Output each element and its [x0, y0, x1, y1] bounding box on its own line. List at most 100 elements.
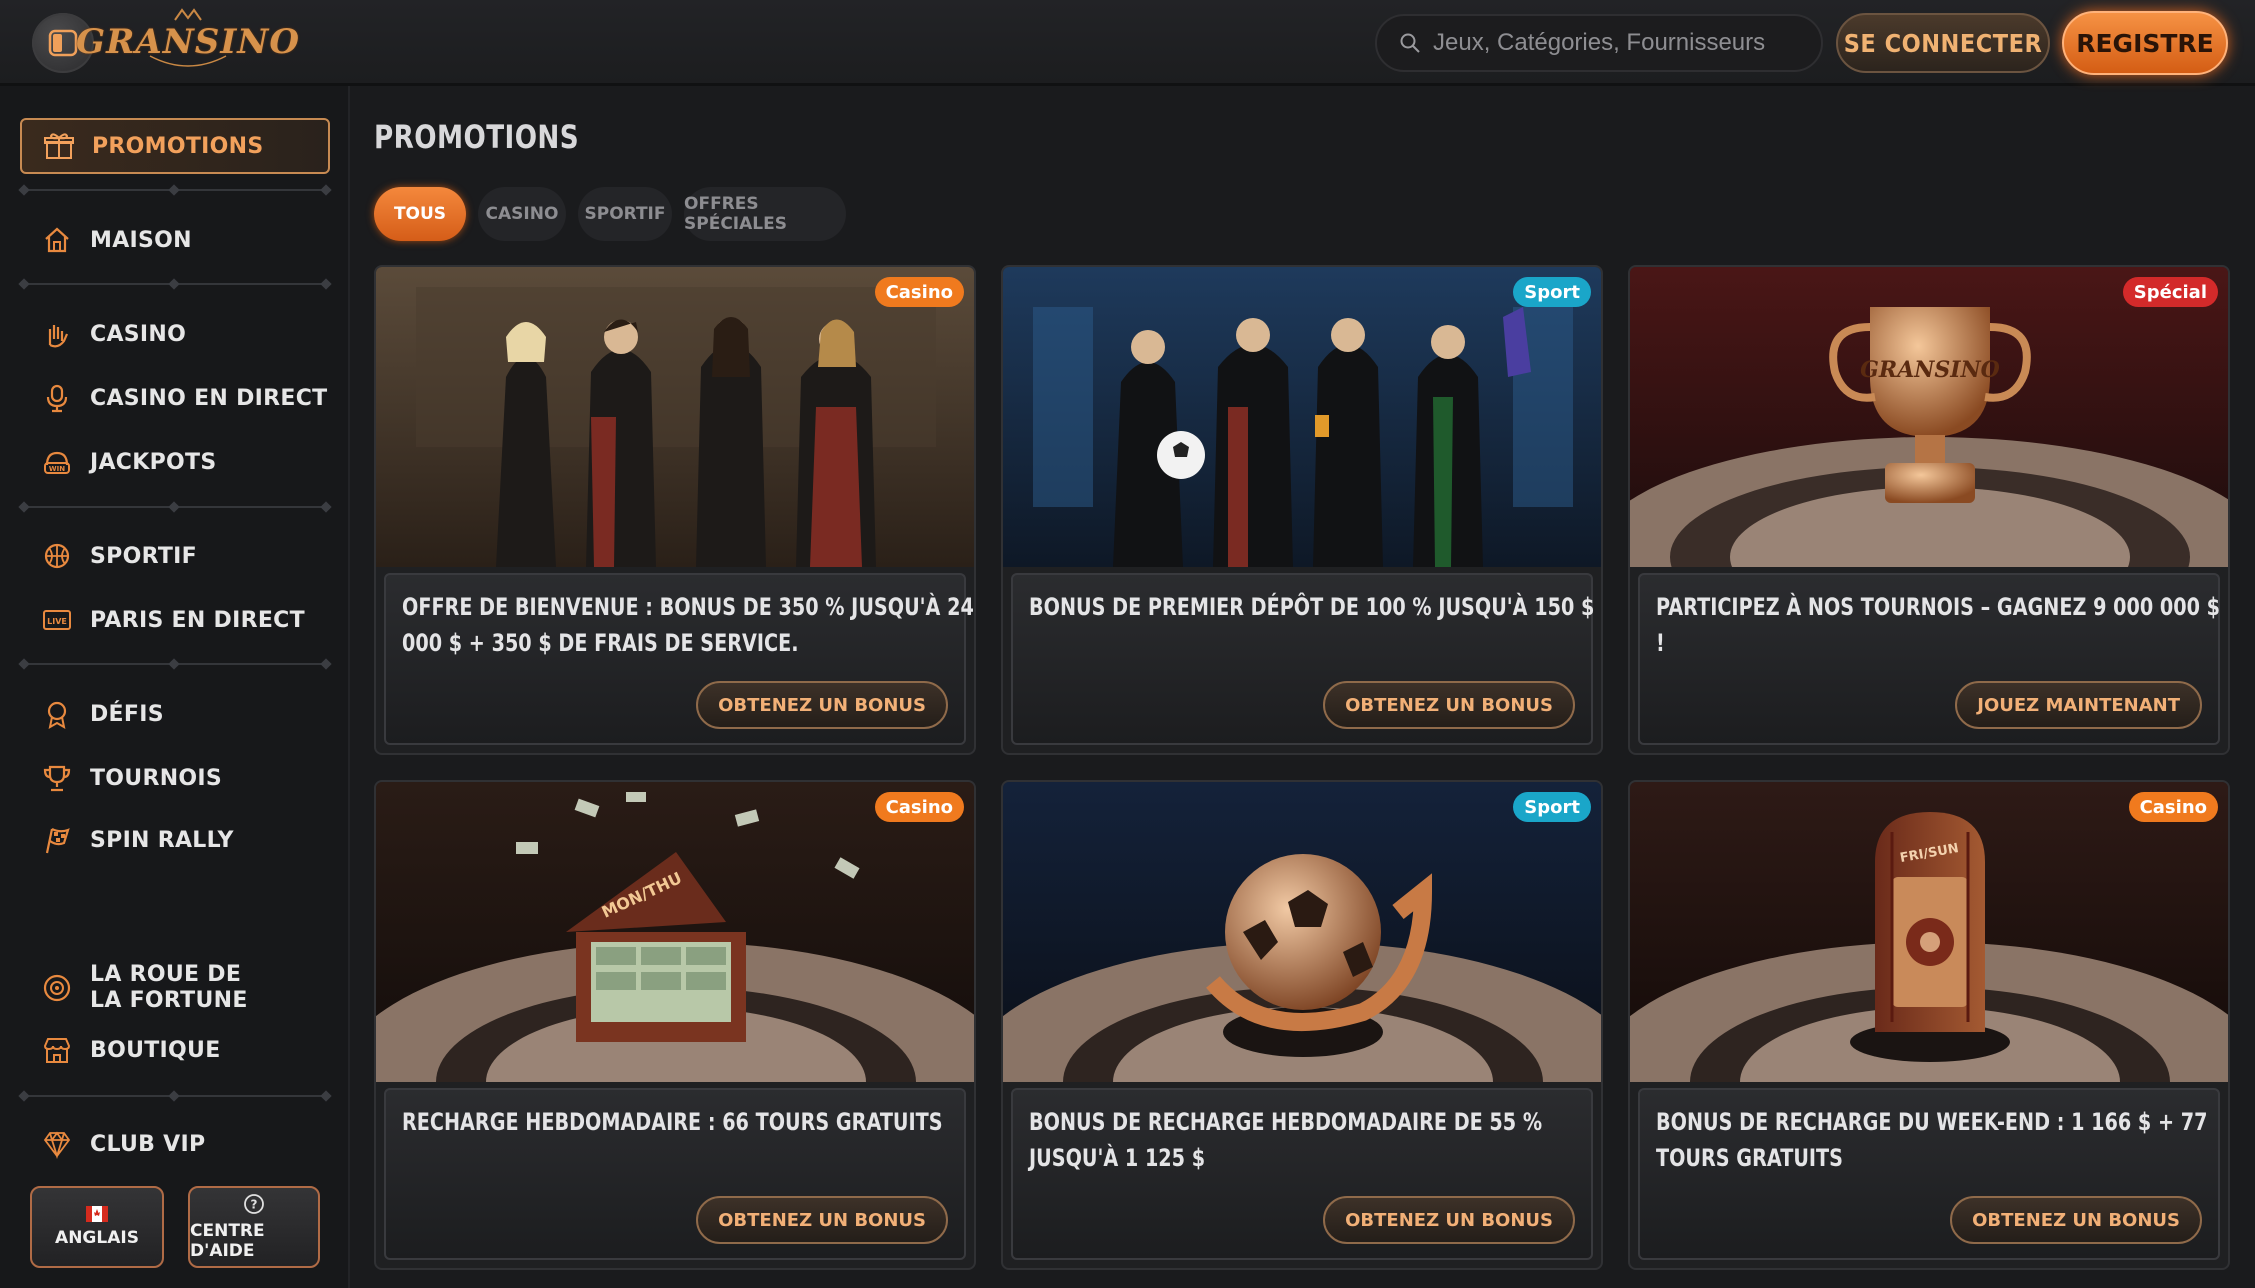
promo-image-first-deposit — [1003, 267, 1601, 567]
sidebar-item-label: JACKPOTS — [90, 449, 217, 475]
casino-hand-icon — [40, 317, 74, 351]
category-badge: Sport — [1513, 792, 1591, 822]
svg-text:WIN: WIN — [49, 465, 65, 473]
sidebar-item-label: PARIS EN DIRECT — [90, 607, 305, 633]
sidebar-divider — [18, 278, 332, 290]
category-badge: Casino — [2128, 792, 2218, 822]
sidebar-item-boutique[interactable]: BOUTIQUE — [20, 1022, 330, 1078]
shop-icon — [40, 1033, 74, 1067]
play-now-button[interactable]: JOUEZ MAINTENANT — [1955, 681, 2202, 729]
sidebar-toggle-icon — [48, 29, 78, 57]
sidebar-item-promotions[interactable]: PROMOTIONS — [20, 118, 330, 174]
promo-card-body: BONUS DE RECHARGE DU WEEK-END : 1 166 $ … — [1638, 1088, 2220, 1260]
sidebar-item-label: CLUB VIP — [90, 1131, 206, 1157]
category-badge: Casino — [874, 277, 964, 307]
promo-card: Sport BONUS DE RECHARGE HEBDOMADAIRE DE … — [1001, 780, 1603, 1270]
promo-card: FRI/SUN Casino BONUS DE RECHARGE DU WEEK… — [1628, 780, 2230, 1270]
sidebar-item-label: CASINO — [90, 321, 187, 347]
category-badge: Sport — [1513, 277, 1591, 307]
checkered-flag-icon — [40, 823, 74, 857]
promo-image-suitcase-money: MON/THU — [376, 782, 974, 1222]
promo-title: BONUS DE RECHARGE DU WEEK-END : 1 166 $ … — [1656, 1108, 2208, 1172]
sidebar-item-club-vip[interactable]: CLUB VIP — [20, 1116, 330, 1172]
promo-card: GRANSINO Spécial PARTICIPEZ À NOS TOURNO… — [1628, 265, 2230, 755]
sidebar-item-label: DÉFIS — [90, 701, 164, 727]
category-badge: Spécial — [2122, 277, 2218, 307]
promo-title: RECHARGE HEBDOMADAIRE : 66 TOURS GRATUIT… — [402, 1108, 943, 1136]
help-center-button[interactable]: ? CENTRE D'AIDE — [188, 1186, 320, 1268]
sidebar-item-roue-de-la-fortune[interactable]: LA ROUE DE LA FORTUNE — [20, 960, 330, 1016]
category-badge: Casino — [874, 792, 964, 822]
basketball-icon — [40, 539, 74, 573]
help-icon: ? — [244, 1194, 264, 1214]
tab-tous[interactable]: TOUS — [374, 187, 466, 241]
sidebar-item-casino[interactable]: CASINO — [20, 306, 330, 362]
register-button[interactable]: REGISTRE — [2062, 11, 2228, 75]
promo-card-body: BONUS DE PREMIER DÉPÔT DE 100 % JUSQU'À … — [1011, 573, 1594, 745]
trophy-icon — [40, 761, 74, 795]
tab-sportif[interactable]: SPORTIF — [578, 187, 672, 241]
sidebar-item-defis[interactable]: DÉFIS — [20, 686, 330, 742]
gransino-logo[interactable]: GRANSINO — [76, 6, 299, 78]
sidebar-item-label: PROMOTIONS — [92, 133, 264, 159]
medal-icon — [40, 697, 74, 731]
promo-card-body: RECHARGE HEBDOMADAIRE : 66 TOURS GRATUIT… — [384, 1088, 966, 1260]
search-bar[interactable] — [1375, 14, 1823, 72]
logo-crown-icon — [149, 8, 227, 67]
promo-card: Casino OFFRE DE BIENVENUE : BONUS DE 350… — [374, 265, 976, 755]
promo-title: BONUS DE PREMIER DÉPÔT DE 100 % JUSQU'À … — [1029, 593, 1595, 621]
promo-image-tournament-trophy: GRANSINO — [1630, 267, 2228, 677]
promo-card-body: BONUS DE RECHARGE HEBDOMADAIRE DE 55 % J… — [1011, 1088, 1593, 1260]
fortune-wheel-icon — [40, 971, 74, 1005]
promo-title: BONUS DE RECHARGE HEBDOMADAIRE DE 55 % J… — [1029, 1108, 1543, 1172]
sidebar-divider — [18, 501, 332, 513]
login-button[interactable]: SE CONNECTER — [1836, 13, 2050, 73]
promo-image-welcome — [376, 267, 974, 567]
tab-casino[interactable]: CASINO — [478, 187, 566, 241]
diamond-icon — [40, 1127, 74, 1161]
get-bonus-button[interactable]: OBTENEZ UN BONUS — [1323, 1196, 1575, 1244]
search-icon — [1400, 33, 1420, 53]
promo-card: MON/THU Casino RECHARGE HEBDOMADAIRE : 6… — [374, 780, 976, 1270]
sidebar-divider — [18, 658, 332, 670]
top-header: GRANSINO SE CONNECTER REGISTRE — [0, 0, 2255, 86]
sidebar-item-tournois[interactable]: TOURNOIS — [20, 750, 330, 806]
sidebar-item-casino-en-direct[interactable]: CASINO EN DIRECT — [20, 370, 330, 426]
microphone-icon — [40, 381, 74, 415]
svg-text:LIVE: LIVE — [47, 617, 67, 626]
home-icon — [40, 223, 74, 257]
tab-offres-speciales[interactable]: OFFRES SPÉCIALES — [684, 187, 846, 241]
help-label: CENTRE D'AIDE — [190, 1221, 265, 1261]
jackpot-win-icon: WIN — [40, 445, 74, 479]
sidebar-item-label: SPIN RALLY — [90, 827, 234, 853]
get-bonus-button[interactable]: OBTENEZ UN BONUS — [696, 681, 948, 729]
sidebar-item-jackpots[interactable]: WIN JACKPOTS — [20, 434, 330, 490]
get-bonus-button[interactable]: OBTENEZ UN BONUS — [696, 1196, 948, 1244]
promo-title: PARTICIPEZ À NOS TOURNOIS – GAGNEZ 9 000… — [1656, 593, 2221, 657]
sidebar-divider — [18, 184, 332, 196]
promo-card-body: OFFRE DE BIENVENUE : BONUS DE 350 % JUSQ… — [384, 573, 974, 745]
get-bonus-button[interactable]: OBTENEZ UN BONUS — [1950, 1196, 2202, 1244]
sidebar-item-maison[interactable]: MAISON — [20, 212, 330, 268]
sidebar: PROMOTIONS MAISON CASINO CASINO EN DIREC… — [0, 86, 350, 1288]
gift-icon — [42, 129, 76, 163]
search-input[interactable] — [1433, 29, 1793, 57]
promo-title: OFFRE DE BIENVENUE : BONUS DE 350 % JUSQ… — [402, 593, 974, 657]
language-button[interactable]: ANGLAIS — [30, 1186, 164, 1268]
sidebar-divider — [18, 1090, 332, 1102]
sidebar-item-paris-en-direct[interactable]: LIVE PARIS EN DIRECT — [20, 592, 330, 648]
sidebar-item-label: SPORTIF — [90, 543, 197, 569]
sidebar-item-label: BOUTIQUE — [90, 1037, 221, 1063]
promo-card: Sport BONUS DE PREMIER DÉPÔT DE 100 % JU… — [1001, 265, 1603, 755]
get-bonus-button[interactable]: OBTENEZ UN BONUS — [1323, 681, 1575, 729]
sidebar-item-label: TOURNOIS — [90, 765, 223, 791]
svg-text:?: ? — [251, 1198, 258, 1212]
sidebar-item-label: CASINO EN DIRECT — [90, 385, 328, 411]
language-label: ANGLAIS — [55, 1228, 139, 1248]
page-title: PROMOTIONS — [374, 118, 580, 156]
sidebar-item-spin-rally[interactable]: SPIN RALLY — [20, 812, 330, 868]
promo-image-safe: FRI/SUN — [1630, 782, 2228, 1222]
promo-image-football — [1003, 782, 1601, 1222]
sidebar-item-sportif[interactable]: SPORTIF — [20, 528, 330, 584]
sidebar-item-label: LA ROUE DE LA FORTUNE — [90, 962, 248, 1013]
